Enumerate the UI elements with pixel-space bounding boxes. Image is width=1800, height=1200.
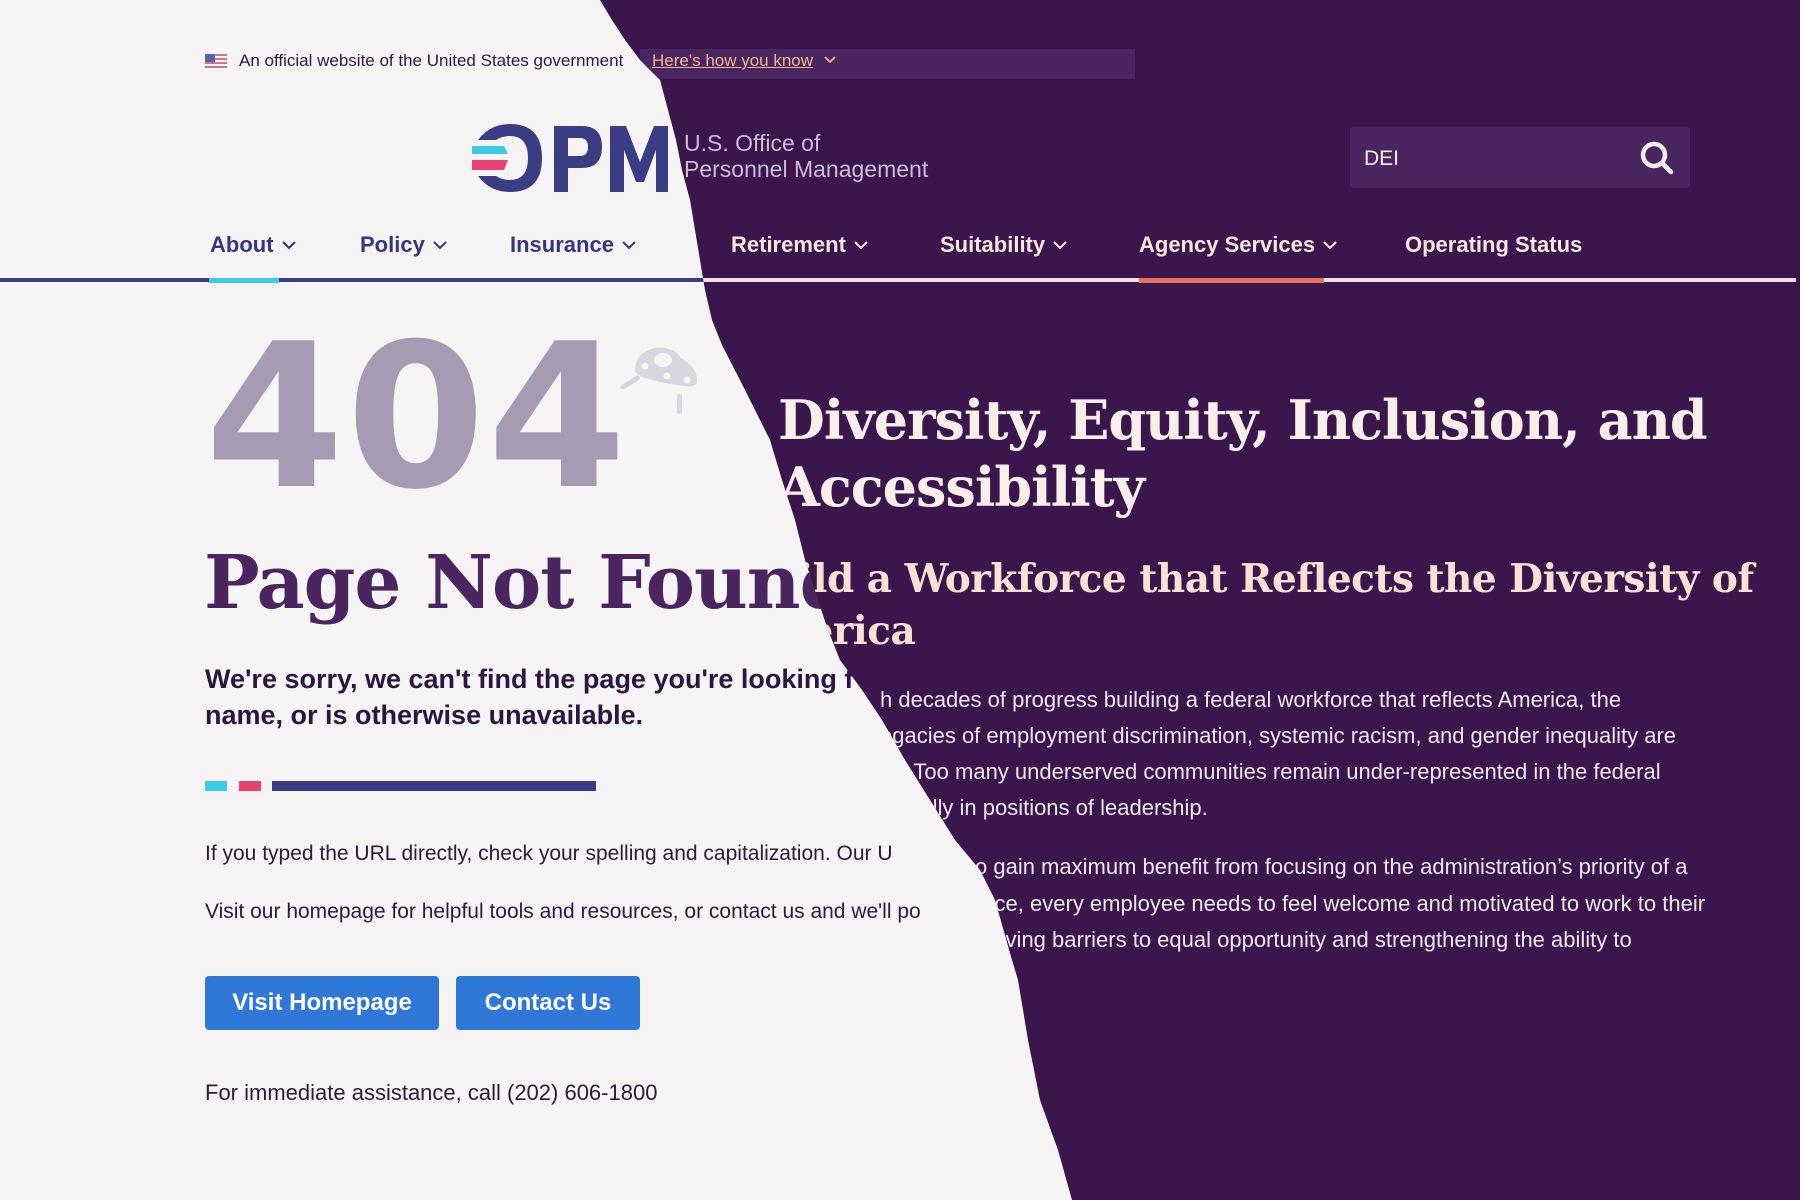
sorry-message-line1: We're sorry, we can't find the page you'… bbox=[205, 664, 854, 694]
dei-body-line: moving barriers to equal opportunity and… bbox=[975, 927, 1632, 952]
nav-insurance[interactable]: Insurance bbox=[510, 232, 636, 258]
cyan-bar bbox=[205, 781, 227, 791]
ufo-icon bbox=[620, 347, 698, 414]
nav-suitability[interactable]: Suitability bbox=[940, 232, 1067, 258]
pink-bar bbox=[239, 781, 261, 791]
chevron-down-icon bbox=[1053, 241, 1067, 250]
nav-agency-services[interactable]: Agency Services bbox=[1139, 232, 1337, 258]
sorry-message-line2: name, or is otherwise unavailable. bbox=[205, 700, 644, 730]
org-name-line1: U.S. Office of bbox=[684, 130, 821, 156]
dei-subtitle-line1: Build a Workforce that Reflects the Dive… bbox=[738, 556, 1754, 602]
chevron-down-icon bbox=[1323, 241, 1337, 250]
nav-retirement[interactable]: Retirement bbox=[731, 232, 868, 258]
chevron-down-icon bbox=[854, 241, 868, 250]
homepage-help-text: Visit our homepage for helpful tools and… bbox=[205, 900, 921, 923]
opm-logo[interactable] bbox=[470, 122, 670, 194]
contact-us-button[interactable]: Contact Us bbox=[456, 976, 640, 1030]
dei-body-line: ay. Too many underserved communities rem… bbox=[880, 759, 1661, 784]
search-icon[interactable] bbox=[1638, 139, 1676, 177]
dei-body-line: h decades of progress building a federal… bbox=[880, 687, 1622, 712]
dei-body-line: orce, every employee needs to feel welco… bbox=[975, 891, 1706, 916]
dei-body-line: egacies of employment discrimination, sy… bbox=[880, 723, 1677, 748]
url-help-text: If you typed the URL directly, check you… bbox=[205, 842, 893, 865]
page-title: Page Not Found bbox=[204, 540, 851, 626]
nav-about[interactable]: About bbox=[210, 232, 296, 258]
chevron-down-icon bbox=[622, 241, 636, 250]
chevron-down-icon bbox=[433, 241, 447, 250]
chevron-down-icon[interactable] bbox=[824, 55, 836, 64]
assistance-phone-text: For immediate assistance, call (202) 606… bbox=[205, 1080, 658, 1105]
nav-policy[interactable]: Policy bbox=[360, 232, 447, 258]
search-box[interactable] bbox=[1350, 127, 1690, 190]
dei-title-line2: Accessibility bbox=[778, 455, 1145, 519]
dei-title-line1: Diversity, Equity, Inclusion, and bbox=[778, 388, 1708, 452]
dei-body-line: o gain maximum benefit from focusing on … bbox=[975, 854, 1688, 879]
search-input[interactable] bbox=[1362, 127, 1626, 190]
error-code: 404 bbox=[205, 301, 629, 534]
chevron-down-icon bbox=[281, 241, 296, 250]
visit-homepage-button[interactable]: Visit Homepage bbox=[205, 976, 439, 1030]
nav-active-indicator bbox=[1139, 278, 1324, 283]
org-name-line2: Personnel Management bbox=[684, 156, 929, 182]
nav-active-indicator bbox=[209, 278, 279, 283]
official-site-text: An official website of the United States… bbox=[239, 51, 624, 70]
navy-bar bbox=[272, 781, 596, 791]
nav-operating-status[interactable]: Operating Status bbox=[1405, 232, 1582, 258]
us-flag-icon bbox=[205, 54, 227, 69]
how-you-know-link[interactable]: Here's how you know bbox=[652, 51, 813, 71]
